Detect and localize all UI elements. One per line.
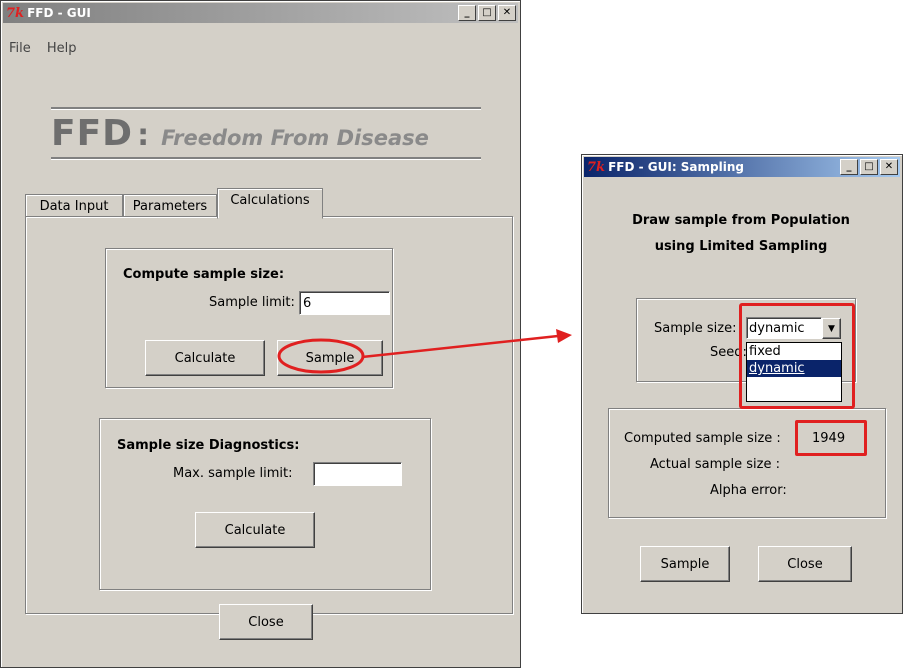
sampling-minimize-button[interactable]: _	[840, 159, 858, 175]
max-limit-label: Max. sample limit:	[173, 466, 293, 481]
tab-calculations-label: Calculations	[230, 193, 310, 208]
max-limit-input[interactable]	[313, 462, 402, 486]
logo-colon: :	[137, 118, 150, 153]
logo-top-rule	[51, 107, 481, 109]
tk-logo-icon: 7k	[587, 159, 606, 175]
diagnostics-calculate-label: Calculate	[224, 522, 286, 538]
sample-limit-value: 6	[303, 295, 312, 311]
calculate-button[interactable]: Calculate	[145, 340, 265, 376]
sampling-close-button[interactable]: Close	[758, 546, 852, 582]
menu-file[interactable]: File	[9, 41, 31, 56]
compute-heading: Compute sample size:	[123, 267, 285, 282]
main-close-button[interactable]: Close	[219, 604, 313, 640]
main-window: 7k FFD - GUI _ □ ✕ File Help FFD : Freed…	[0, 0, 521, 668]
sampling-close-window-button[interactable]: ✕	[880, 159, 898, 175]
computed-size-label: Computed sample size :	[624, 431, 781, 446]
actual-size-label: Actual sample size :	[650, 457, 780, 472]
logo-tagline: Freedom From Disease	[161, 126, 429, 150]
alpha-error-label: Alpha error:	[710, 483, 787, 498]
maximize-button[interactable]: □	[478, 5, 496, 21]
sampling-window-title: FFD - GUI: Sampling	[608, 160, 744, 174]
tab-data-input-label: Data Input	[39, 198, 109, 214]
sample-size-label: Sample size:	[654, 321, 737, 336]
ffd-logo: FFD : Freedom From Disease	[51, 113, 491, 159]
tk-logo-icon: 7k	[6, 5, 25, 21]
sampling-heading-1: Draw sample from Population	[632, 213, 850, 228]
sample-button-label: Sample	[305, 350, 355, 366]
sampling-sample-label: Sample	[660, 556, 710, 572]
dropdown-highlight-box	[739, 303, 855, 409]
menu-help[interactable]: Help	[47, 41, 77, 56]
sample-limit-input[interactable]: 6	[299, 291, 390, 315]
tab-parameters[interactable]: Parameters	[123, 194, 217, 217]
annotation-arrow-head	[556, 329, 572, 343]
sampling-maximize-button[interactable]: □	[860, 159, 878, 175]
sampling-close-label: Close	[787, 556, 823, 572]
close-window-button[interactable]: ✕	[498, 5, 516, 21]
sample-limit-label: Sample limit:	[209, 295, 295, 310]
computed-value-highlight-box	[795, 420, 867, 456]
main-titlebar[interactable]: 7k FFD - GUI	[3, 3, 518, 23]
logo-short: FFD	[51, 113, 134, 154]
calculate-button-label: Calculate	[174, 350, 236, 366]
main-close-label: Close	[248, 614, 284, 630]
main-window-title: FFD - GUI	[27, 6, 91, 20]
tab-data-input[interactable]: Data Input	[25, 194, 123, 217]
logo-bottom-rule	[51, 157, 481, 159]
diagnostics-calculate-button[interactable]: Calculate	[195, 512, 315, 548]
sample-button[interactable]: Sample	[277, 340, 383, 376]
minimize-button[interactable]: _	[458, 5, 476, 21]
diagnostics-heading: Sample size Diagnostics:	[117, 438, 300, 453]
menubar: File Help	[9, 41, 89, 56]
sampling-sample-button[interactable]: Sample	[640, 546, 730, 582]
tab-parameters-label: Parameters	[132, 198, 208, 214]
tab-calculations[interactable]: Calculations	[217, 188, 323, 219]
sampling-heading-2: using Limited Sampling	[654, 239, 828, 254]
